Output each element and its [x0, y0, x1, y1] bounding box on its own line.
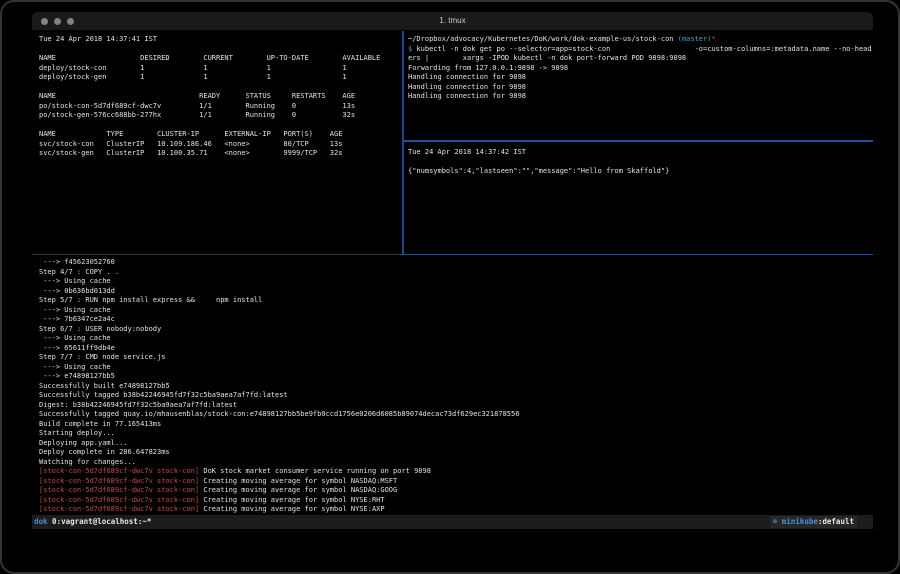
window-titlebar: 1. tmux: [32, 12, 873, 31]
terminal-line: ---> Using cache: [39, 334, 873, 344]
terminal-window: 1. tmux Tue 24 Apr 2018 14:37:41 IST NAM…: [32, 12, 873, 529]
terminal-line: [408, 158, 873, 168]
terminal-line: {"numsymbols":4,"lastseen":"","message":…: [408, 167, 873, 177]
terminal-line: po/stock-gen-576cc688bb-277hx 1/1 Runnin…: [39, 111, 402, 121]
terminal-line: deploy/stock-gen 1 1 1 1 32s: [39, 73, 402, 83]
terminal-line: ---> f45623052760: [39, 258, 873, 268]
status-left-group: dok 0:vagrant@localhost:~*: [34, 515, 151, 529]
terminal-line: ---> Using cache: [39, 277, 873, 287]
terminal-line: deploy/stock-con 1 1 1 1 13s: [39, 64, 402, 74]
terminal-line: [stock-con-5d7df689cf-dwc7v stock-con] D…: [39, 467, 873, 477]
terminal-line: ~/Dropbox/advocacy/Kubernetes/DoK/work/d…: [408, 35, 873, 45]
terminal-line: Forwarding from 127.0.0.1:9898 -> 9898: [408, 64, 873, 74]
terminal-line: Tue 24 Apr 2018 14:37:42 IST: [408, 148, 873, 158]
terminal-line: Deploying app.yaml...: [39, 439, 873, 449]
pane-skaffold-build-log[interactable]: ---> f45623052760Step 4/7 : COPY . . ---…: [32, 255, 873, 515]
terminal-line: Handling connection for 9898: [408, 92, 873, 102]
terminal-line: Step 5/7 : RUN npm install express && np…: [39, 296, 873, 306]
terminal-line: Watching for changes...: [39, 458, 873, 468]
status-right-group: ☸ minikube:default: [770, 516, 857, 528]
kube-namespace: :default: [818, 517, 854, 526]
terminal-line: [stock-con-5d7df689cf-dwc7v stock-con] C…: [39, 477, 873, 487]
terminal-line: ---> 7b6347ce2a4c: [39, 315, 873, 325]
tmux-window-item[interactable]: 0:vagrant@localhost:~*: [48, 517, 152, 526]
terminal-line: [39, 121, 402, 131]
desktop-background: { "window": { "title": "1. tmux" }, "pan…: [0, 0, 900, 574]
terminal-line: po/stock-con-5d7df689cf-dwc7v 1/1 Runnin…: [39, 102, 402, 112]
pane-curl-output[interactable]: Tue 24 Apr 2018 14:37:42 IST {"numsymbol…: [404, 142, 873, 254]
terminal-line: Successfully tagged quay.io/mhausenblas/…: [39, 410, 873, 420]
terminal-line: Digest: b38b42246945fd7f32c5ba9aea7af7fd…: [39, 401, 873, 411]
terminal-line: ---> Using cache: [39, 363, 873, 373]
terminal-line: [stock-con-5d7df689cf-dwc7v stock-con] C…: [39, 486, 873, 496]
pane-kubectl-resources[interactable]: Tue 24 Apr 2018 14:37:41 IST NAME DESIRE…: [32, 31, 402, 254]
window-title: 1. tmux: [32, 16, 873, 25]
tmux-session-name: dok: [34, 517, 48, 526]
terminal-line: svc/stock-con ClusterIP 10.109.186.46 <n…: [39, 140, 402, 150]
terminal-line: Successfully tagged b38b42246945fd7f32c5…: [39, 391, 873, 401]
terminal-line: svc/stock-gen ClusterIP 10.100.35.71 <no…: [39, 149, 402, 159]
terminal-line: Step 4/7 : COPY . .: [39, 268, 873, 278]
terminal-line: ---> Using cache: [39, 306, 873, 316]
terminal-line: NAME TYPE CLUSTER-IP EXTERNAL-IP PORT(S)…: [39, 130, 402, 140]
terminal-line: [39, 45, 402, 55]
terminal-line: Deploy complete in 286.647823ms: [39, 448, 873, 458]
pane-port-forward[interactable]: ~/Dropbox/advocacy/Kubernetes/DoK/work/d…: [404, 31, 873, 140]
terminal-line: $ kubectl -n dok get po --selector=app=s…: [408, 45, 873, 55]
terminal-line: Build complete in 77.165413ms: [39, 420, 873, 430]
terminal-line: ---> e74898127bb5: [39, 372, 873, 382]
terminal-line: NAME READY STATUS RESTARTS AGE: [39, 92, 402, 102]
terminal-line: Handling connection for 9898: [408, 83, 873, 93]
terminal-line: Step 6/7 : USER nobody:nobody: [39, 325, 873, 335]
terminal-line: [39, 83, 402, 93]
terminal-line: [stock-con-5d7df689cf-dwc7v stock-con] C…: [39, 496, 873, 506]
kube-context: minikube: [777, 517, 818, 526]
terminal-line: ers | xargs -IPOD kubectl -n dok port-fo…: [408, 54, 873, 64]
tmux-status-bar: dok 0:vagrant@localhost:~* ☸ minikube:de…: [32, 515, 873, 529]
terminal-line: Starting deploy...: [39, 429, 873, 439]
terminal-line: Successfully built e74898127bb5: [39, 382, 873, 392]
terminal-line: Handling connection for 9898: [408, 73, 873, 83]
terminal-line: Tue 24 Apr 2018 14:37:41 IST: [39, 35, 402, 45]
screen-frame: 1. tmux Tue 24 Apr 2018 14:37:41 IST NAM…: [0, 0, 900, 574]
terminal-line: [stock-con-5d7df689cf-dwc7v stock-con] C…: [39, 505, 873, 515]
terminal-line: ---> 0b636bd013dd: [39, 287, 873, 297]
terminal-line: Step 7/7 : CMD node service.js: [39, 353, 873, 363]
terminal-line: NAME DESIRED CURRENT UP-TO-DATE AVAILABL…: [39, 54, 402, 64]
terminal-line: ---> 65611ff9db4e: [39, 344, 873, 354]
